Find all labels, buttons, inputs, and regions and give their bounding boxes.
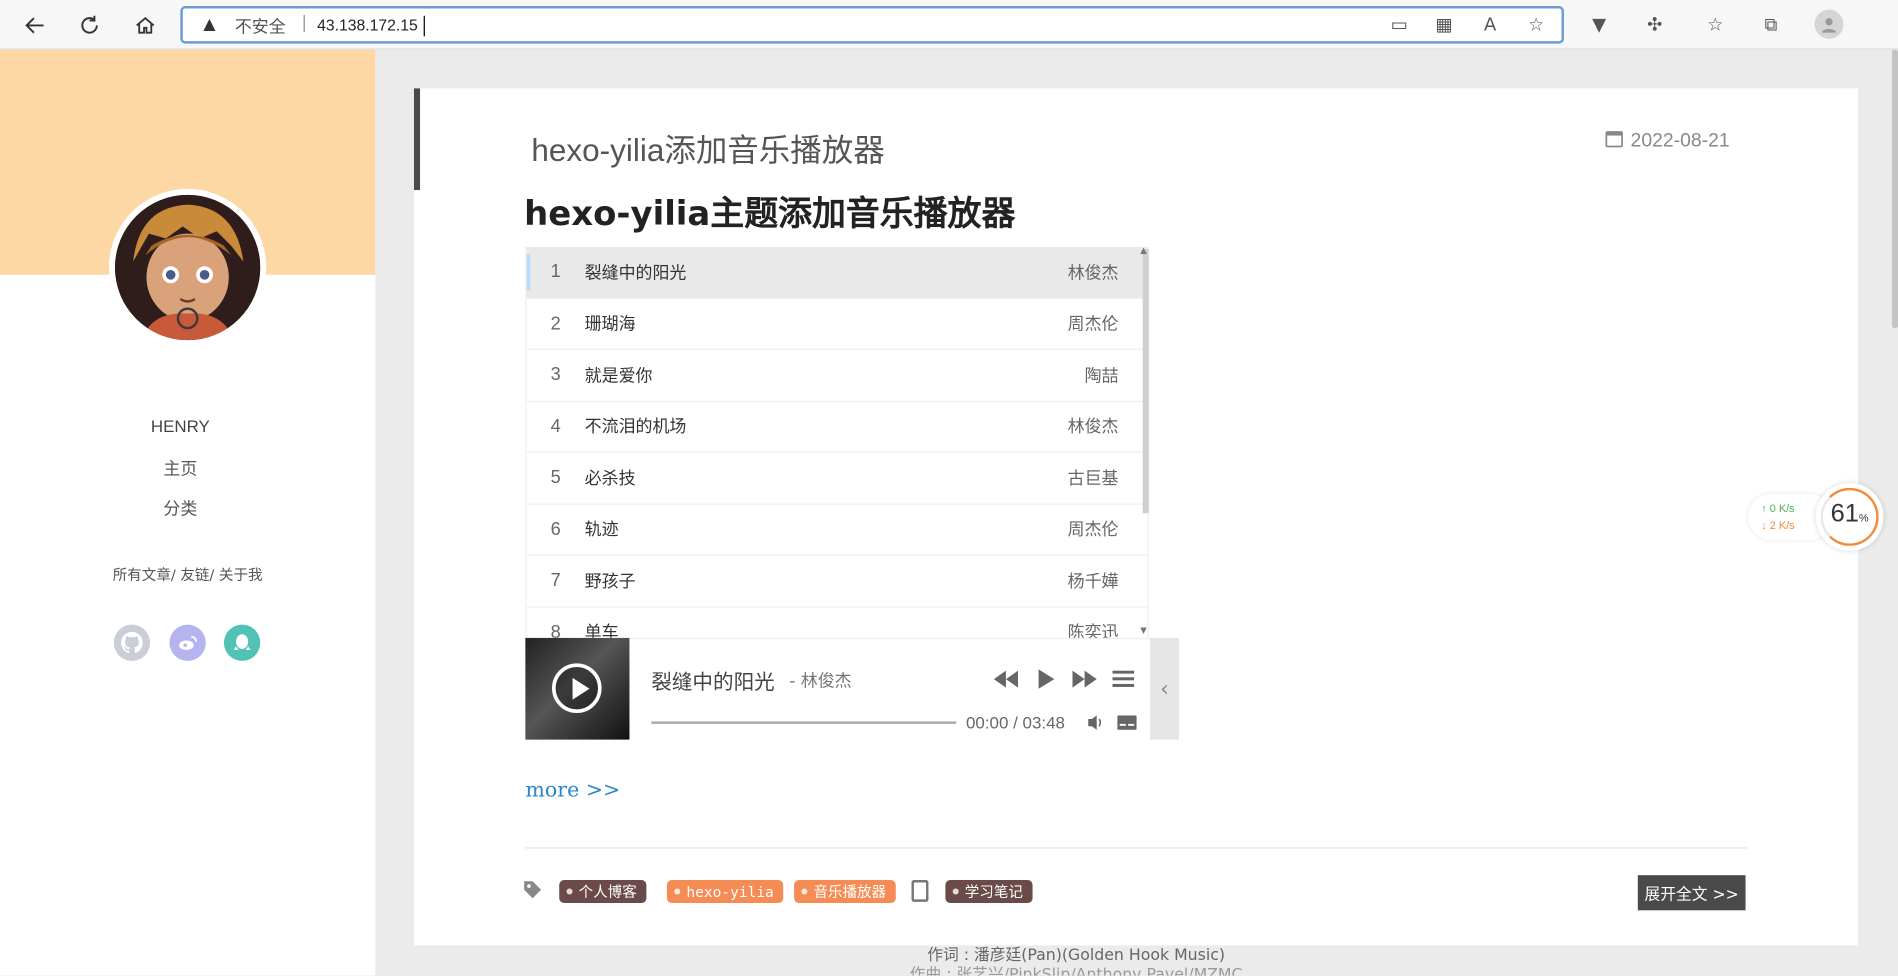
lyrics-icon[interactable] <box>1114 709 1141 736</box>
play-time: 00:00 / 03:48 <box>965 712 1065 733</box>
collapse-player-icon[interactable]: ‹ <box>1149 637 1180 740</box>
track-title: 就是爱你 <box>584 366 653 386</box>
category-item[interactable]: 学习笔记 <box>945 880 1033 904</box>
track-title: 野孩子 <box>584 572 636 592</box>
text-caret <box>423 15 425 37</box>
track-number: 3 <box>550 364 561 386</box>
track-artist: 陈奕迅 <box>1067 623 1119 638</box>
separator: | <box>301 13 308 33</box>
track-number: 6 <box>550 519 561 540</box>
progress-bar[interactable] <box>651 721 957 724</box>
divider <box>525 847 1747 849</box>
calendar-icon <box>1605 130 1623 154</box>
collections-icon[interactable]: ⧉ <box>1758 11 1785 38</box>
qr-icon[interactable]: ▦ <box>1431 11 1458 38</box>
tag-item[interactable]: hexo-yilia <box>666 880 784 904</box>
nav-home[interactable]: 主页 <box>0 456 361 480</box>
tag-item[interactable]: 个人博客 <box>559 880 647 904</box>
now-playing-title: 裂缝中的阳光 <box>651 670 775 695</box>
playlist-row[interactable]: 1 裂缝中的阳光 林俊杰 <box>526 246 1148 299</box>
scroll-up-icon[interactable]: ▲ <box>1140 246 1147 256</box>
album-cover[interactable] <box>525 637 630 740</box>
track-number: 2 <box>550 313 561 334</box>
next-icon[interactable] <box>1071 666 1098 693</box>
security-label: 不安全 <box>234 18 286 38</box>
refresh-icon[interactable] <box>75 11 104 40</box>
track-title: 轨迹 <box>584 520 619 541</box>
track-title: 必杀技 <box>584 469 636 489</box>
track-title: 不流泪的机场 <box>584 417 687 438</box>
track-title: 裂缝中的阳光 <box>584 263 687 283</box>
avatar[interactable] <box>108 188 267 347</box>
track-artist: 林俊杰 <box>1067 263 1119 283</box>
post-date: 2022-08-21 <box>1605 130 1730 154</box>
play-icon[interactable] <box>1033 666 1060 693</box>
sub-nav-links[interactable]: 所有文章/ 友链/ 关于我 <box>0 564 375 585</box>
track-title: 单车 <box>584 623 619 638</box>
previous-icon[interactable] <box>993 666 1020 693</box>
warning-icon: ▲ <box>203 15 216 34</box>
track-number: 4 <box>550 416 561 437</box>
extensions-icon[interactable]: ✣ <box>1641 11 1668 38</box>
track-title: 珊瑚海 <box>584 315 636 335</box>
post-heading: hexo-yilia主题添加音乐播放器 <box>524 193 1016 234</box>
track-artist: 周杰伦 <box>1067 520 1119 541</box>
page-scrollbar[interactable] <box>1892 49 1898 329</box>
profile-icon[interactable] <box>1814 9 1844 39</box>
card-accent-bar <box>413 88 421 191</box>
lyric-line: 作曲 : 张艺兴/PinkSlip/Anthony Pavel/MZMC <box>909 965 1243 976</box>
track-number: 7 <box>550 570 561 592</box>
book-icon <box>911 880 929 902</box>
post-date-text: 2022-08-21 <box>1630 130 1730 152</box>
playlist-row[interactable]: 6 轨迹 周杰伦 <box>526 504 1148 556</box>
playlist-row[interactable]: 8 单车 陈奕迅 <box>527 607 1148 638</box>
upload-speed: ↑ 0 K/s <box>1761 502 1795 515</box>
tag-icon <box>523 880 542 904</box>
track-artist: 陶喆 <box>1084 366 1119 386</box>
track-artist: 杨千嬅 <box>1067 572 1119 592</box>
playlist-scrollbar[interactable] <box>1142 249 1149 514</box>
qq-icon[interactable] <box>223 624 261 661</box>
tag-item[interactable]: 音乐播放器 <box>794 880 896 904</box>
github-icon[interactable] <box>113 624 151 661</box>
playlist-row[interactable]: 4 不流泪的机场 林俊杰 <box>526 401 1148 453</box>
read-aloud-icon[interactable]: A <box>1477 11 1504 38</box>
extension-v-icon[interactable]: ▼ <box>1586 11 1613 38</box>
track-number: 8 <box>550 621 561 638</box>
home-icon[interactable] <box>131 11 160 40</box>
scroll-down-icon[interactable]: ▼ <box>1140 626 1147 636</box>
playlist-row[interactable]: 3 就是爱你 陶喆 <box>526 350 1148 402</box>
playlist[interactable]: 1 裂缝中的阳光 林俊杰 2 珊瑚海 周杰伦 3 就是爱你 陶喆 4 不流泪的机场 林俊杰 5必… <box>525 246 1149 638</box>
track-number: 5 <box>550 467 561 489</box>
address-bar[interactable]: ▲ 不安全 | 43.138.172.15 <box>180 6 1564 44</box>
track-artist: 周杰伦 <box>1067 315 1119 335</box>
play-overlay-icon[interactable] <box>551 663 602 713</box>
playlist-row[interactable]: 2 珊瑚海 周杰伦 <box>526 298 1148 350</box>
favorites-icon[interactable]: ☆ <box>1702 11 1729 38</box>
weibo-icon[interactable] <box>169 624 206 661</box>
track-artist: 古巨基 <box>1067 469 1119 489</box>
track-number: 1 <box>550 261 561 283</box>
track-artist: 林俊杰 <box>1067 417 1119 438</box>
more-link[interactable]: more >> <box>525 778 620 802</box>
download-speed: ↓ 2 K/s <box>1761 519 1795 532</box>
memory-gauge[interactable]: 61% <box>1815 482 1884 551</box>
url-text[interactable]: 43.138.172.15 <box>317 16 418 34</box>
expand-button[interactable]: 展开全文 >> <box>1637 875 1746 911</box>
add-favorite-icon[interactable]: ☆ <box>1523 11 1550 38</box>
playlist-row[interactable]: 5 必杀技 古巨基 <box>526 453 1148 505</box>
now-playing-artist: - 林俊杰 <box>789 671 852 692</box>
gauge-value: 61% <box>1830 499 1869 528</box>
menu-icon[interactable] <box>1110 666 1137 693</box>
playlist-row[interactable]: 7 野孩子 杨千嬅 <box>526 556 1148 608</box>
app-available-icon[interactable]: ▭ <box>1386 11 1413 38</box>
nav-category[interactable]: 分类 <box>0 496 361 520</box>
author-name[interactable]: HENRY <box>0 416 361 435</box>
back-arrow-icon[interactable] <box>21 11 50 40</box>
post-title[interactable]: hexo-yilia添加音乐播放器 <box>531 126 884 171</box>
volume-icon[interactable] <box>1082 709 1109 736</box>
